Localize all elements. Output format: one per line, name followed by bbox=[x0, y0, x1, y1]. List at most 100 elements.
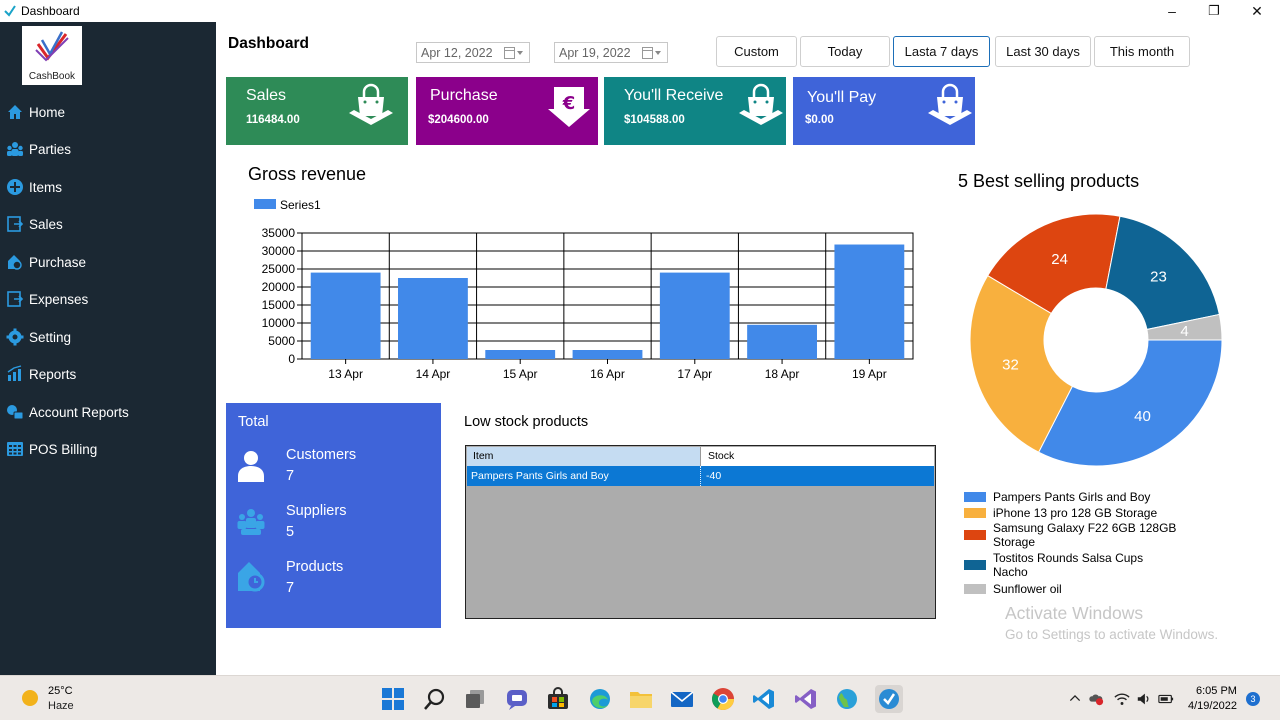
column-header-stock[interactable]: Stock bbox=[702, 447, 934, 466]
chevron-up-icon[interactable] bbox=[1066, 690, 1084, 708]
volume-icon[interactable] bbox=[1135, 690, 1153, 708]
purchase-icon bbox=[6, 253, 24, 271]
bar bbox=[310, 272, 381, 359]
column-header-item[interactable]: Item bbox=[467, 447, 701, 466]
low-stock-title: Low stock products bbox=[464, 414, 589, 430]
sidebar-item-setting[interactable]: Setting bbox=[6, 323, 211, 351]
weather-description[interactable]: Haze bbox=[48, 700, 74, 712]
task-view-icon[interactable] bbox=[463, 686, 489, 712]
sidebar-item-label: Purchase bbox=[29, 254, 87, 270]
pie-chart-title: 5 Best selling products bbox=[958, 171, 1140, 191]
y-tick-label: 15000 bbox=[262, 298, 296, 312]
store-icon[interactable] bbox=[545, 686, 571, 712]
table-row[interactable]: Pampers Pants Girls and Boy -40 bbox=[467, 466, 934, 486]
bar bbox=[398, 278, 468, 359]
card-label: You'll Receive bbox=[624, 87, 724, 104]
range-last-7-days-button[interactable]: Lasta 7 days bbox=[893, 36, 990, 67]
totals-title: Total bbox=[238, 414, 269, 430]
sidebar-item-label: Reports bbox=[29, 366, 77, 382]
maps-globe-icon[interactable] bbox=[834, 686, 860, 712]
reports-icon bbox=[6, 365, 24, 383]
windows-start-icon[interactable] bbox=[380, 686, 406, 712]
account-reports-icon bbox=[6, 403, 24, 421]
chrome-browser-icon[interactable] bbox=[710, 686, 736, 712]
weather-temperature[interactable]: 25°C bbox=[48, 685, 73, 697]
card-value: $204600.00 bbox=[428, 114, 489, 126]
date-to-value: Apr 19, 2022 bbox=[559, 45, 631, 60]
products-icon bbox=[236, 559, 266, 593]
range-today-button[interactable]: Today bbox=[800, 36, 890, 67]
notification-badge[interactable]: 3 bbox=[1246, 692, 1260, 706]
sidebar-item-sales[interactable]: Sales bbox=[6, 210, 211, 238]
sidebar-item-label: Home bbox=[29, 104, 66, 120]
sidebar-item-home[interactable]: Home bbox=[6, 98, 211, 126]
date-to-picker[interactable]: Apr 19, 2022 bbox=[554, 42, 668, 63]
activate-windows-title: Activate Windows bbox=[1005, 603, 1144, 623]
sidebar-item-label: Expenses bbox=[29, 291, 89, 307]
sidebar-item-purchase[interactable]: Purchase bbox=[6, 248, 211, 276]
window-title: Dashboard bbox=[21, 4, 80, 18]
slice-value-label: 24 bbox=[1051, 251, 1068, 268]
sales-card[interactable]: Sales 116484.00 bbox=[226, 77, 408, 145]
edge-browser-icon[interactable] bbox=[587, 686, 613, 712]
sidebar-item-expenses[interactable]: Expenses bbox=[6, 285, 211, 313]
vscode-icon[interactable] bbox=[751, 686, 777, 712]
teams-chat-icon[interactable] bbox=[504, 686, 530, 712]
cell-item[interactable]: Pampers Pants Girls and Boy bbox=[467, 466, 701, 486]
range-last-30-days-button[interactable]: Last 30 days bbox=[995, 36, 1091, 67]
mail-icon[interactable] bbox=[669, 686, 695, 712]
x-tick-label: 14 Apr bbox=[416, 367, 451, 381]
cashbook-taskbar-icon[interactable] bbox=[875, 685, 903, 713]
minimize-button[interactable]: – bbox=[1152, 0, 1192, 22]
receive-card[interactable]: You'll Receive $104588.00 bbox=[604, 77, 786, 145]
wifi-icon[interactable] bbox=[1113, 690, 1131, 708]
sidebar-item-items[interactable]: Items bbox=[6, 173, 211, 201]
pay-card[interactable]: You'll Pay $0.00 bbox=[793, 77, 975, 145]
activate-windows-subtitle: Go to Settings to activate Windows. bbox=[1005, 627, 1219, 642]
y-tick-label: 5000 bbox=[268, 334, 295, 348]
range-this-month-button[interactable]: This month bbox=[1094, 36, 1190, 67]
card-value: $104588.00 bbox=[624, 114, 685, 126]
sidebar-item-label: Setting bbox=[29, 329, 72, 345]
pie-legend-label: Tostitos Rounds Salsa Cups Nacho bbox=[993, 551, 1144, 579]
slice-value-label: 4 bbox=[1180, 323, 1188, 340]
clock-time[interactable]: 6:05 PM bbox=[1196, 685, 1237, 697]
euro-down-icon: € bbox=[546, 83, 592, 127]
maximize-button[interactable]: ❐ bbox=[1194, 0, 1234, 22]
clock-date[interactable]: 4/19/2022 bbox=[1188, 700, 1237, 712]
pie-legend-swatch bbox=[964, 584, 986, 594]
date-from-value: Apr 12, 2022 bbox=[421, 45, 493, 60]
weather-sun-icon[interactable] bbox=[17, 685, 43, 711]
low-stock-table[interactable]: Item Stock Pampers Pants Girls and Boy -… bbox=[465, 445, 936, 619]
bar bbox=[572, 350, 643, 359]
x-tick-label: 19 Apr bbox=[852, 367, 887, 381]
calendar-dropdown-icon[interactable] bbox=[504, 47, 524, 59]
calendar-dropdown-icon[interactable] bbox=[642, 47, 662, 59]
suppliers-icon bbox=[236, 504, 266, 538]
date-from-picker[interactable]: Apr 12, 2022 bbox=[416, 42, 530, 63]
sidebar-item-reports[interactable]: Reports bbox=[6, 360, 211, 388]
close-button[interactable]: ✕ bbox=[1237, 0, 1277, 22]
card-value: $0.00 bbox=[805, 114, 834, 126]
search-icon[interactable] bbox=[422, 686, 448, 712]
cloud-sync-icon[interactable] bbox=[1087, 690, 1105, 708]
purchase-card[interactable]: Purchase $204600.00 € bbox=[416, 77, 598, 145]
sidebar-item-parties[interactable]: Parties bbox=[6, 135, 211, 163]
visual-studio-icon[interactable] bbox=[793, 686, 819, 712]
home-icon bbox=[6, 103, 24, 121]
file-explorer-icon[interactable] bbox=[628, 686, 654, 712]
sidebar-item-label: Parties bbox=[29, 141, 72, 157]
customer-icon bbox=[236, 448, 266, 482]
logo-text: CashBook bbox=[28, 71, 76, 82]
range-custom-button[interactable]: Custom bbox=[716, 36, 797, 67]
gear-icon bbox=[6, 328, 24, 346]
bar bbox=[485, 350, 556, 359]
bar bbox=[747, 324, 817, 359]
cell-stock[interactable]: -40 bbox=[702, 466, 934, 486]
donut-slice bbox=[1037, 339, 1223, 467]
shopping-bag-icon bbox=[348, 83, 394, 127]
sidebar-item-account-reports[interactable]: Account Reports bbox=[6, 398, 211, 426]
sidebar-item-pos-billing[interactable]: POS Billing bbox=[6, 435, 211, 463]
battery-icon[interactable] bbox=[1157, 690, 1175, 708]
taskbar: 25°C Haze 6:05 PM 4/19/2022 3 bbox=[0, 675, 1280, 720]
